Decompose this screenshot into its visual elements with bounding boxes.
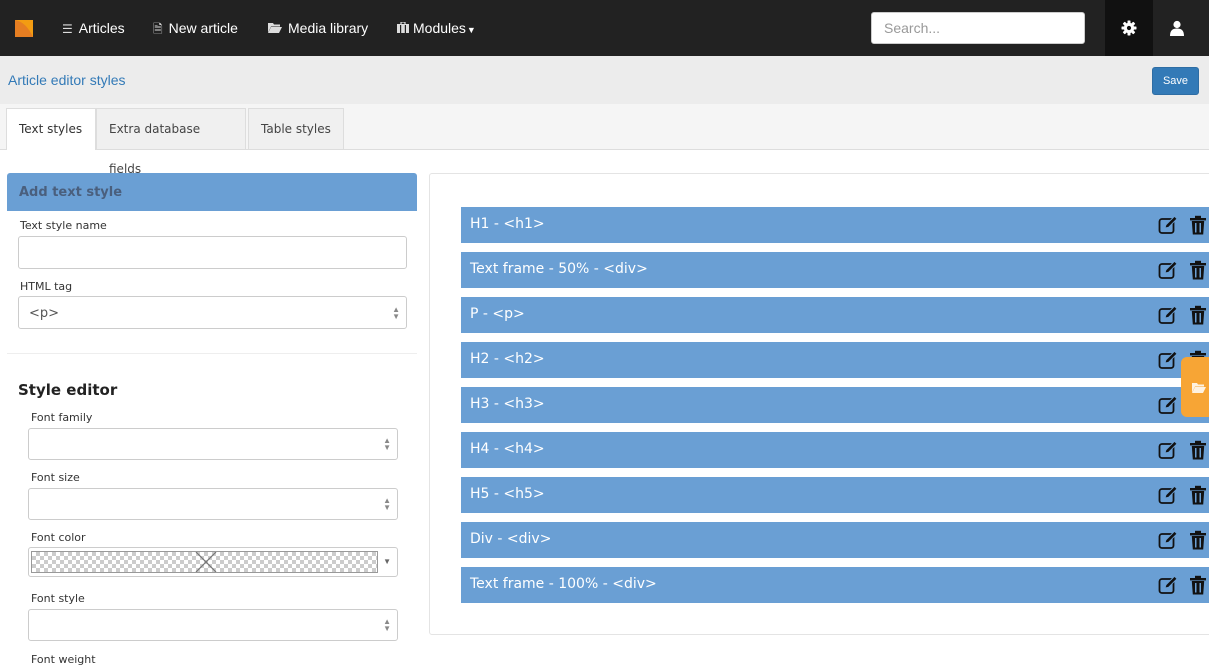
edit-icon[interactable] bbox=[1158, 530, 1178, 550]
font-style-label: Font style bbox=[31, 592, 85, 605]
trash-icon[interactable] bbox=[1188, 215, 1208, 235]
nav-modules-dropdown[interactable]: Modules▼ bbox=[397, 0, 476, 56]
briefcase-icon bbox=[397, 1, 409, 57]
edit-icon[interactable] bbox=[1158, 440, 1178, 460]
text-style-item[interactable]: H5 - <h5> bbox=[461, 477, 1209, 513]
page-title: Article editor styles bbox=[8, 72, 126, 88]
settings-button[interactable] bbox=[1105, 0, 1153, 56]
nav-articles[interactable]: ☰ Articles bbox=[62, 0, 125, 56]
page-header: Article editor styles bbox=[0, 56, 1209, 104]
edit-icon[interactable] bbox=[1158, 215, 1178, 235]
text-style-name: H2 - <h2> bbox=[470, 351, 545, 367]
text-style-name: Text frame - 50% - <div> bbox=[470, 261, 648, 277]
font-color-label: Font color bbox=[31, 531, 86, 544]
font-style-select[interactable]: ▲ ▼ bbox=[28, 609, 398, 641]
style-editor-title: Style editor bbox=[18, 381, 118, 399]
caret-down-icon: ▼ bbox=[466, 25, 476, 35]
nav-media-library-label: Media library bbox=[288, 20, 369, 36]
nav-modules-label: Modules bbox=[413, 20, 466, 36]
color-swatch-transparent[interactable] bbox=[31, 551, 378, 573]
select-arrows-icon: ▲ ▼ bbox=[392, 304, 400, 321]
nav-articles-label: Articles bbox=[78, 20, 125, 36]
add-text-style-title: Add text style bbox=[19, 185, 123, 200]
font-size-select[interactable]: ▲ ▼ bbox=[28, 488, 398, 520]
top-navbar: ☰ Articles 🗎 New article Media library Mod… bbox=[0, 0, 1209, 56]
tab-bar: Text styles Extra database fields Table … bbox=[0, 104, 1209, 176]
text-style-name: H3 - <h3> bbox=[470, 396, 545, 412]
media-drawer-toggle[interactable] bbox=[1181, 357, 1209, 417]
nav-new-article[interactable]: 🗎 New article bbox=[153, 0, 238, 56]
user-menu-button[interactable] bbox=[1153, 0, 1201, 56]
text-style-name: Text frame - 100% - <div> bbox=[470, 576, 657, 592]
text-style-name: H5 - <h5> bbox=[470, 486, 545, 502]
trash-icon[interactable] bbox=[1188, 575, 1208, 595]
text-style-name: P - <p> bbox=[470, 306, 525, 322]
nav-media-library[interactable]: Media library bbox=[268, 0, 368, 56]
trash-icon[interactable] bbox=[1188, 440, 1208, 460]
folder-open-icon bbox=[268, 1, 282, 57]
text-style-item[interactable]: H4 - <h4> bbox=[461, 432, 1209, 468]
edit-icon[interactable] bbox=[1158, 485, 1178, 505]
edit-icon[interactable] bbox=[1158, 260, 1178, 280]
edit-icon[interactable] bbox=[1158, 395, 1178, 415]
nav-new-article-label: New article bbox=[168, 20, 238, 36]
no-color-icon bbox=[195, 552, 217, 572]
edit-icon[interactable] bbox=[1158, 575, 1178, 595]
dropdown-caret-icon: ▼ bbox=[383, 557, 391, 566]
tab-text-styles[interactable]: Text styles bbox=[6, 108, 96, 150]
trash-icon[interactable] bbox=[1188, 260, 1208, 280]
text-style-name: H1 - <h1> bbox=[470, 216, 545, 232]
user-icon bbox=[1170, 20, 1184, 36]
trash-icon[interactable] bbox=[1188, 485, 1208, 505]
select-arrows-icon: ▲ ▼ bbox=[383, 436, 391, 452]
select-arrows-icon: ▲ ▼ bbox=[383, 617, 391, 633]
search-input[interactable] bbox=[871, 12, 1085, 44]
font-family-label: Font family bbox=[31, 411, 93, 424]
folder-open-icon bbox=[1192, 382, 1206, 393]
tab-extra-database-fields[interactable]: Extra database fields bbox=[96, 108, 246, 176]
edit-icon[interactable] bbox=[1158, 305, 1178, 325]
list-icon: ☰ bbox=[62, 22, 73, 36]
html-tag-label: HTML tag bbox=[20, 280, 73, 293]
logo-icon[interactable] bbox=[12, 16, 36, 40]
text-style-item[interactable]: P - <p> bbox=[461, 297, 1209, 333]
font-size-label: Font size bbox=[31, 471, 80, 484]
text-style-name: H4 - <h4> bbox=[470, 441, 545, 457]
select-arrows-icon: ▲ ▼ bbox=[383, 496, 391, 512]
text-style-item[interactable]: H3 - <h3> bbox=[461, 387, 1209, 423]
text-style-item[interactable]: H2 - <h2> bbox=[461, 342, 1209, 378]
tab-table-styles[interactable]: Table styles bbox=[248, 108, 344, 149]
file-icon: 🗎 bbox=[153, 22, 163, 36]
text-style-item[interactable]: Div - <div> bbox=[461, 522, 1209, 558]
save-button[interactable]: Save bbox=[1152, 67, 1199, 95]
edit-icon[interactable] bbox=[1158, 350, 1178, 370]
text-style-name: Div - <div> bbox=[470, 531, 552, 547]
trash-icon[interactable] bbox=[1188, 305, 1208, 325]
text-style-item[interactable]: Text frame - 50% - <div> bbox=[461, 252, 1209, 288]
text-style-item[interactable]: H1 - <h1> bbox=[461, 207, 1209, 243]
gear-icon bbox=[1121, 20, 1137, 36]
section-divider bbox=[7, 353, 417, 354]
text-style-name-label: Text style name bbox=[20, 219, 107, 232]
font-weight-label: Font weight bbox=[31, 653, 96, 666]
html-tag-value: <p> bbox=[29, 306, 60, 321]
text-style-name-input[interactable] bbox=[18, 236, 407, 269]
html-tag-select[interactable]: <p> ▲ ▼ bbox=[18, 296, 407, 329]
add-text-style-header: Add text style bbox=[7, 173, 417, 211]
trash-icon[interactable] bbox=[1188, 530, 1208, 550]
text-style-item[interactable]: Text frame - 100% - <div> bbox=[461, 567, 1209, 603]
font-family-select[interactable]: ▲ ▼ bbox=[28, 428, 398, 460]
